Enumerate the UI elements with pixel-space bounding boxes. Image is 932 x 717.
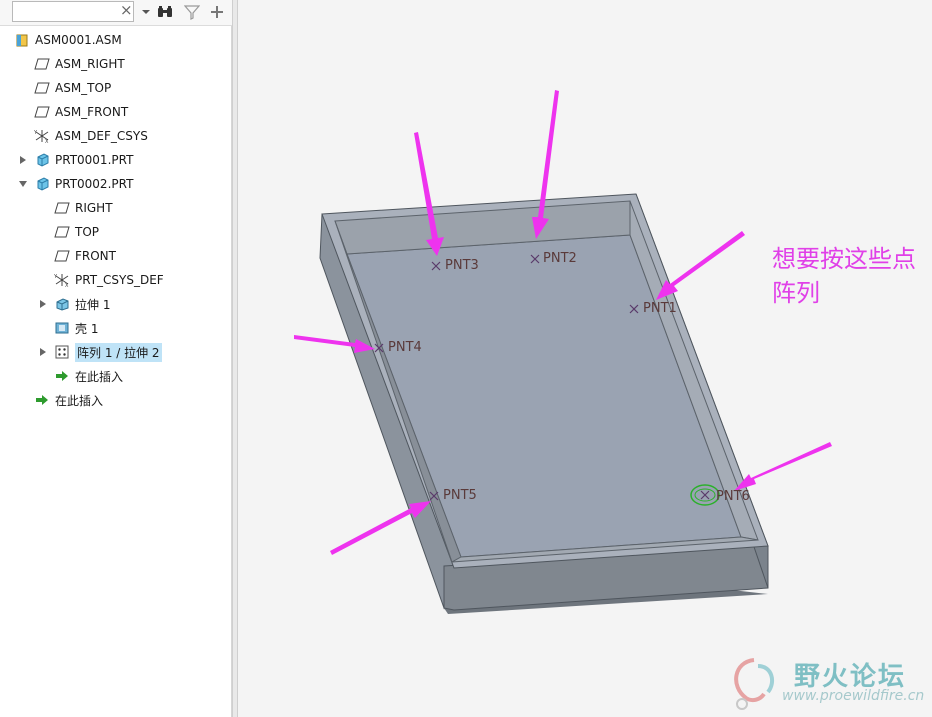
tree-item-label: ASM0001.ASM <box>35 33 122 47</box>
tree-item-label: 拉伸 1 <box>75 297 111 312</box>
find-icon[interactable] <box>157 3 173 21</box>
csys-icon: YX <box>34 128 50 144</box>
tree-item[interactable]: 拉伸 1 <box>40 294 111 314</box>
assembly-icon <box>14 32 30 48</box>
tree-item[interactable]: TOP <box>54 222 99 242</box>
datum-plane-icon <box>54 200 70 216</box>
tree-item-label: PRT0001.PRT <box>55 153 134 167</box>
arrow-to-pnt6 <box>734 442 832 491</box>
extrude-icon <box>54 296 70 312</box>
tree-item-label: ASM_TOP <box>55 81 112 95</box>
tree-item-label: 壳 1 <box>75 321 99 336</box>
svg-text:X: X <box>45 139 49 144</box>
tree-item[interactable]: 阵列 1 / 拉伸 2 <box>40 342 162 362</box>
tree-item[interactable]: RIGHT <box>54 198 113 218</box>
tree-item[interactable]: ASM_FRONT <box>34 102 128 122</box>
graphics-viewport[interactable]: PNT3 PNT2 PNT1 PNT4 PNT5 PNT6 想要按这些点阵列 野… <box>238 0 932 717</box>
tree-item[interactable]: PRT0002.PRT <box>19 174 134 194</box>
tree-item-label: 在此插入 <box>55 393 104 408</box>
datum-plane-icon <box>54 224 70 240</box>
tree-item-label: 阵列 1 / 拉伸 2 <box>75 342 162 362</box>
tree-item[interactable]: 壳 1 <box>54 318 98 338</box>
tree-item-label: PRT_CSYS_DEF <box>75 273 164 287</box>
tree-item-label: ASM_DEF_CSYS <box>55 129 148 143</box>
tree-item[interactable]: 在此插入 <box>54 366 123 386</box>
forum-logo-icon <box>734 658 775 710</box>
tree-item[interactable]: ASM_TOP <box>34 78 111 98</box>
tree-item-label: PRT0002.PRT <box>55 177 134 191</box>
datum-plane-icon <box>34 56 50 72</box>
collapse-arrow-icon[interactable] <box>18 179 28 189</box>
point-label-pnt1: PNT1 <box>643 301 677 316</box>
point-label-pnt6: PNT6 <box>716 489 750 504</box>
arrow-to-pnt1 <box>656 231 745 300</box>
datum-plane-icon <box>34 80 50 96</box>
csys-icon: YX <box>54 272 70 288</box>
watermark-url: www.proewildfire.cn <box>782 688 925 704</box>
expand-arrow-icon[interactable] <box>38 347 48 357</box>
point-label-pnt2: PNT2 <box>543 251 577 266</box>
shell-icon <box>54 320 70 336</box>
part-icon <box>34 176 50 192</box>
expand-arrow-icon[interactable] <box>18 155 28 165</box>
search-input[interactable] <box>12 1 134 22</box>
tree-item-label: FRONT <box>75 249 116 263</box>
model-tree-panel: × ASM0001.ASM ASM_RIGHT ASM_TOP ASM_FRONT Y X… <box>0 0 232 717</box>
point-label-pnt5: PNT5 <box>443 488 477 503</box>
annotation-text: 想要按这些点阵列 <box>772 245 916 307</box>
tray-floor <box>346 234 742 558</box>
add-icon[interactable] <box>209 3 225 21</box>
insert-here-icon <box>54 368 70 384</box>
tree-item[interactable]: FRONT <box>54 246 116 266</box>
dropdown-icon[interactable] <box>138 3 154 21</box>
datum-plane-icon <box>34 104 50 120</box>
tray-model <box>294 90 832 614</box>
expand-arrow-icon[interactable] <box>38 299 48 309</box>
tree-item-label: RIGHT <box>75 201 113 215</box>
watermark: 野火论坛 www.proewildfire.cn <box>722 650 932 714</box>
point-label-pnt3: PNT3 <box>445 258 479 273</box>
tree-item[interactable]: 在此插入 <box>34 390 103 410</box>
tree-item[interactable]: Y X PRT_CSYS_DEF <box>54 270 164 290</box>
insert-here-icon <box>34 392 50 408</box>
filter-icon[interactable] <box>184 3 200 21</box>
point-label-pnt4: PNT4 <box>388 340 422 355</box>
tree-item-label: 在此插入 <box>75 369 124 384</box>
tree-item-label: ASM_FRONT <box>55 105 129 119</box>
tree-item[interactable]: PRT0001.PRT <box>20 150 134 170</box>
tree-item-label: TOP <box>75 225 100 239</box>
datum-plane-icon <box>54 248 70 264</box>
tree-item[interactable]: Y X ASM_DEF_CSYS <box>34 126 148 146</box>
tree-item-label: ASM_RIGHT <box>55 57 125 71</box>
tree-item[interactable]: ASM0001.ASM <box>14 30 122 50</box>
svg-text:X: X <box>65 283 69 288</box>
model-tree-toolbar: × <box>0 0 232 26</box>
part-icon <box>34 152 50 168</box>
pattern-icon <box>54 344 70 360</box>
tree-item[interactable]: ASM_RIGHT <box>34 54 125 74</box>
